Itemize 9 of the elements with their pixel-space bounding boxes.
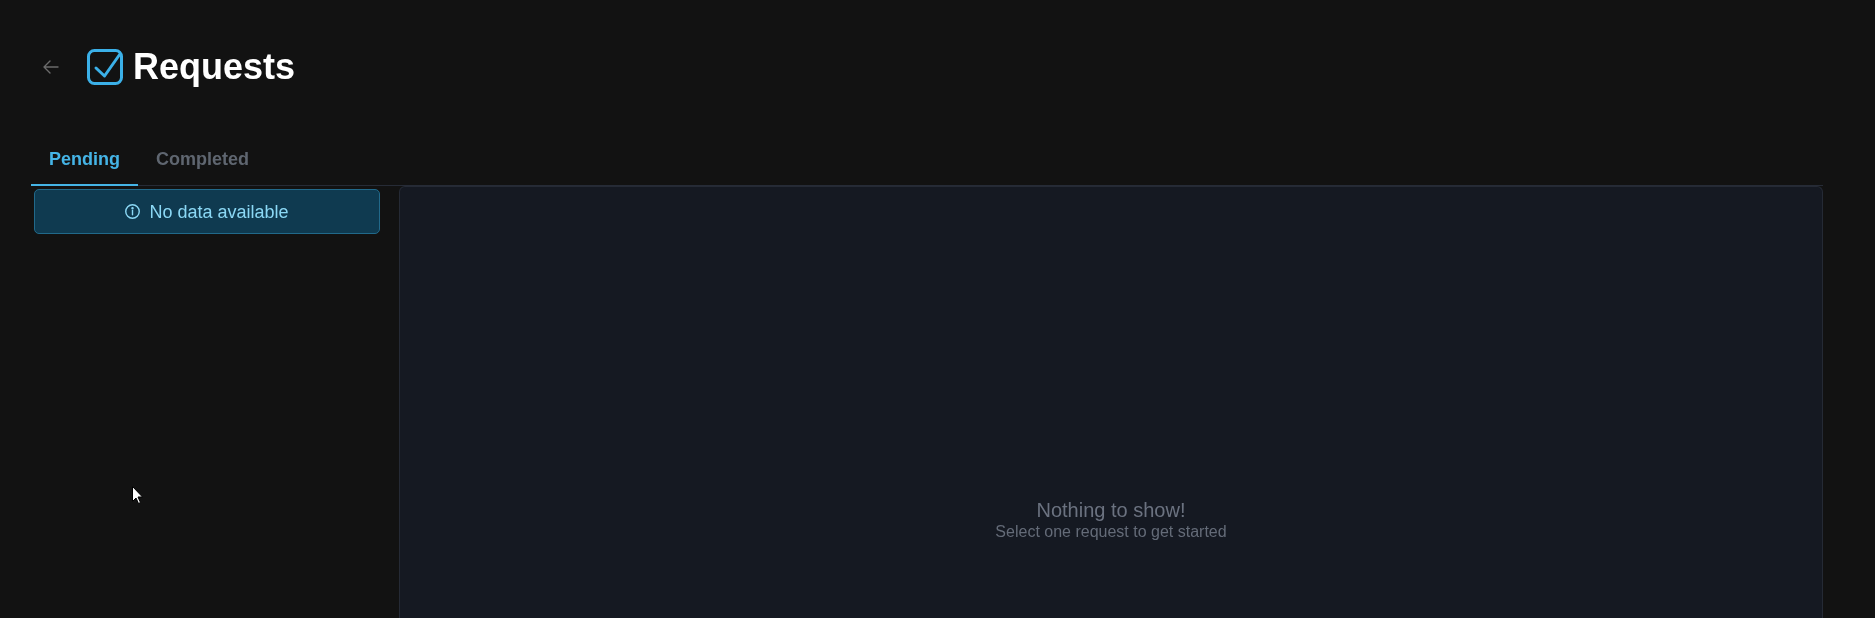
checkbox-icon <box>87 49 123 85</box>
empty-state-subtitle: Select one request to get started <box>995 522 1227 542</box>
mouse-pointer-icon <box>132 486 143 504</box>
alert-message: No data available <box>149 200 289 223</box>
page-title: Requests <box>133 46 296 88</box>
back-arrow-icon[interactable] <box>43 60 59 74</box>
info-icon <box>125 204 141 219</box>
tab[interactable]: Pending <box>31 133 138 186</box>
empty-state-title: Nothing to show! <box>1036 498 1186 522</box>
